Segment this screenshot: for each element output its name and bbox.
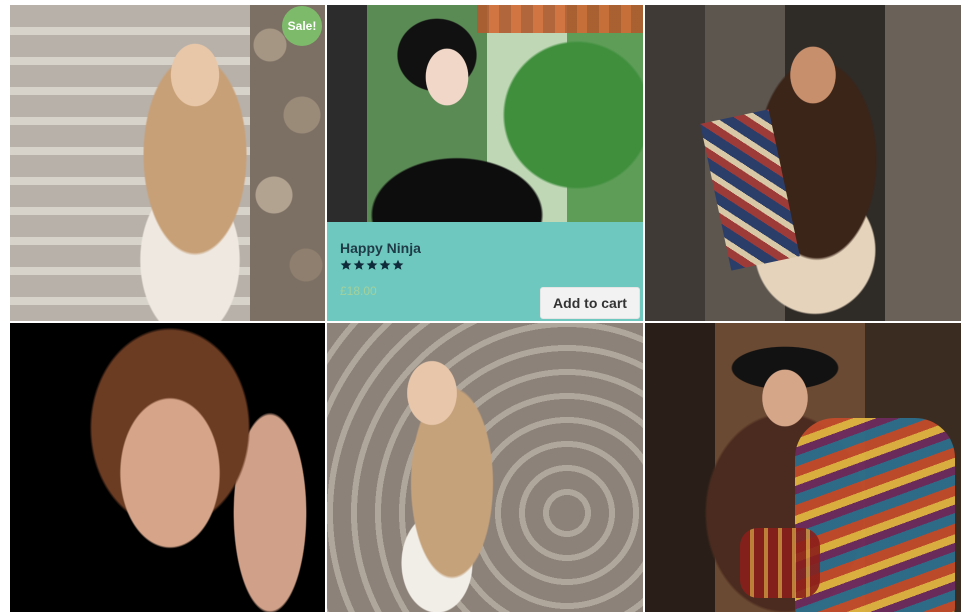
sale-badge: Sale!	[282, 6, 322, 46]
star-icon	[340, 259, 352, 270]
product-image-3[interactable]	[645, 5, 961, 321]
star-icons	[340, 259, 404, 270]
product-image-4[interactable]	[10, 323, 325, 612]
star-icon	[392, 259, 404, 270]
product-tile-3[interactable]	[645, 5, 961, 321]
product-image-1[interactable]	[10, 5, 325, 321]
scarf	[700, 109, 800, 271]
product-tile-4[interactable]	[10, 323, 325, 612]
star-icon	[366, 259, 378, 270]
product-tile-1[interactable]: Sale!	[10, 5, 325, 321]
product-tile-6[interactable]	[645, 323, 961, 612]
pergola-beams	[477, 5, 643, 33]
product-price: £18.00	[340, 284, 377, 298]
rating-stars	[340, 259, 410, 273]
star-icon	[379, 259, 391, 270]
product-tile-5[interactable]	[327, 323, 643, 612]
product-image-5[interactable]	[327, 323, 643, 612]
add-to-cart-button[interactable]: Add to cart	[540, 287, 640, 319]
stone-wall	[250, 5, 325, 321]
star-icon	[353, 259, 365, 270]
product-image-6[interactable]	[645, 323, 961, 612]
product-grid: Sale! Happy Ninja £18.00 Add to cart	[10, 5, 961, 612]
product-title[interactable]: Happy Ninja	[340, 240, 421, 256]
patterned-cushion	[740, 528, 820, 598]
product-info-overlay: Happy Ninja £18.00 Add to cart	[327, 222, 643, 321]
product-tile-2[interactable]: Happy Ninja £18.00 Add to cart	[327, 5, 643, 321]
